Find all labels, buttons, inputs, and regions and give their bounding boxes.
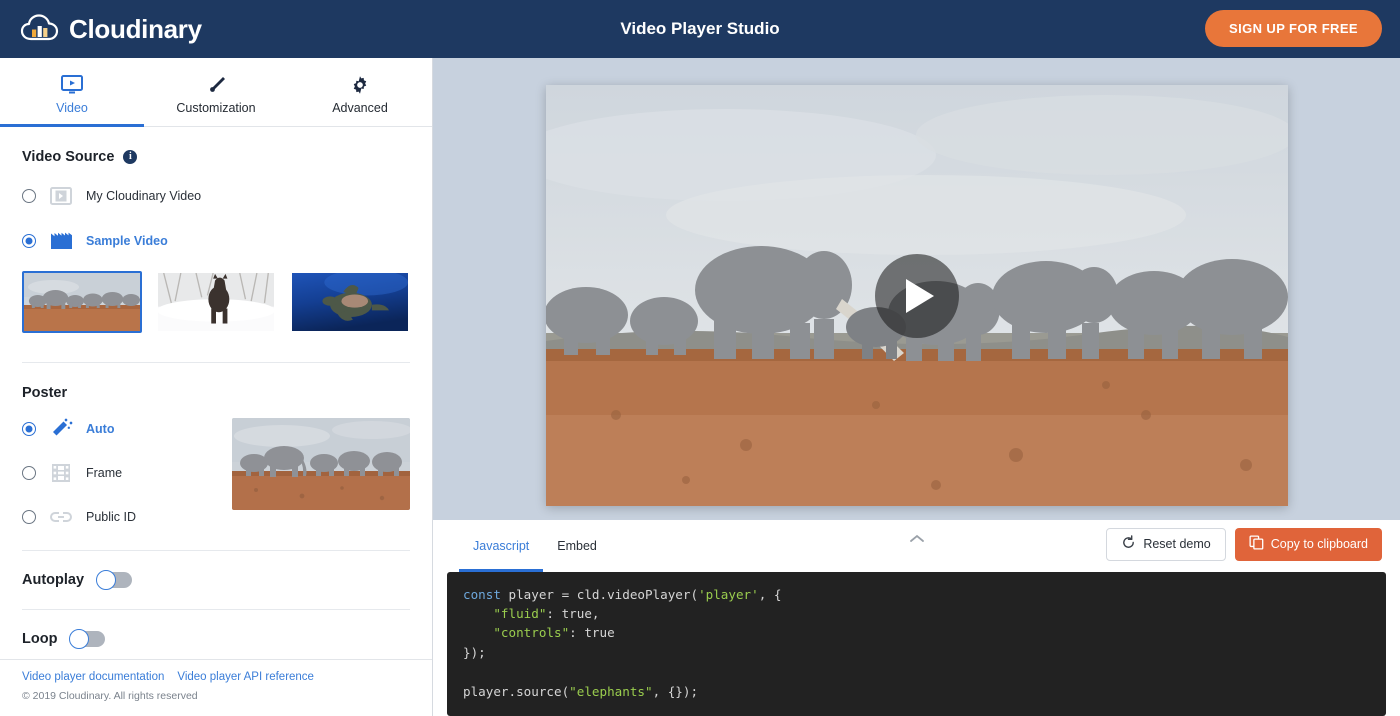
poster-options: Auto Frame Public ID [22, 418, 232, 528]
sidebar-tabs: Video Customization Advanced [0, 58, 432, 127]
radio-poster-frame[interactable]: Frame [22, 462, 232, 484]
settings-sidebar: Video Customization Advanced Video Sourc… [0, 58, 433, 716]
copy-to-clipboard-button[interactable]: Copy to clipboard [1234, 527, 1382, 561]
video-player-preview[interactable] [545, 85, 1288, 506]
sign-up-button[interactable]: SIGN UP FOR FREE [1205, 10, 1382, 47]
tab-javascript[interactable]: Javascript [459, 520, 544, 572]
video-source-heading: Video Source i [22, 149, 410, 165]
code-panel-header: Javascript Embed Reset demo Copy to clip… [433, 520, 1400, 572]
reset-demo-label: Reset demo [1143, 537, 1211, 552]
brand-name: Cloudinary [69, 13, 202, 44]
loop-label: Loop [22, 631, 58, 647]
video-source-title: Video Source [22, 149, 115, 165]
play-triangle-icon [906, 278, 934, 313]
toggle-knob [69, 629, 90, 649]
copy-to-clipboard-label: Copy to clipboard [1270, 537, 1368, 552]
chevron-up-icon[interactable] [908, 532, 926, 550]
radio-my-cloudinary-video[interactable]: My Cloudinary Video [22, 185, 410, 207]
loop-row: Loop [22, 629, 410, 649]
clapperboard-icon [49, 230, 73, 252]
divider [22, 550, 410, 551]
gear-icon [348, 73, 372, 97]
tab-video-label: Video [56, 101, 88, 115]
video-monitor-icon [60, 73, 84, 97]
radio-button[interactable] [22, 189, 36, 203]
sample-video-thumbnails [22, 271, 410, 333]
video-player-studio-app: Cloudinary Video Player Studio SIGN UP F… [0, 0, 1400, 716]
reset-demo-button[interactable]: Reset demo [1106, 527, 1226, 561]
sample-thumbnail-elephants[interactable] [22, 271, 142, 333]
refresh-ccw-icon [1121, 535, 1136, 553]
tab-embed[interactable]: Embed [543, 520, 611, 572]
divider [22, 609, 410, 610]
footer-links: Video player documentation Video player … [22, 671, 410, 683]
player-stage [433, 58, 1400, 520]
main-area: Javascript Embed Reset demo Copy to clip… [433, 58, 1400, 716]
tab-advanced-label: Advanced [332, 101, 388, 115]
radio-button[interactable] [22, 466, 36, 480]
link-video-player-api-reference[interactable]: Video player API reference [177, 671, 314, 683]
sidebar-footer: Video player documentation Video player … [0, 659, 432, 716]
divider [22, 362, 410, 363]
play-button[interactable] [874, 253, 959, 338]
film-strip-icon [49, 462, 73, 484]
copy-icon [1249, 535, 1264, 553]
app-header: Cloudinary Video Player Studio SIGN UP F… [0, 0, 1400, 58]
brand-logo[interactable]: Cloudinary [0, 14, 202, 45]
poster-body: Auto Frame Public ID [22, 418, 410, 528]
info-icon[interactable]: i [123, 150, 138, 164]
tab-customization[interactable]: Customization [144, 58, 288, 126]
sidebar-panel: Video Source i My Cloudinary Video Sampl… [0, 127, 432, 659]
radio-poster-frame-label: Frame [86, 466, 123, 480]
radio-my-cloudinary-video-label: My Cloudinary Video [86, 189, 202, 203]
app-body: Video Customization Advanced Video Sourc… [0, 58, 1400, 716]
link-icon [49, 506, 73, 528]
radio-button[interactable] [22, 422, 36, 436]
autoplay-toggle[interactable] [96, 570, 133, 590]
tab-video[interactable]: Video [0, 58, 144, 127]
poster-preview-image [232, 418, 410, 510]
radio-poster-auto[interactable]: Auto [22, 418, 232, 440]
page-title: Video Player Studio [620, 19, 780, 38]
autoplay-label: Autoplay [22, 572, 85, 588]
code-panel-actions: Reset demo Copy to clipboard [1106, 527, 1382, 561]
radio-poster-public-id-label: Public ID [86, 510, 137, 524]
magic-wand-icon [49, 418, 73, 440]
code-panel: Javascript Embed Reset demo Copy to clip… [433, 519, 1400, 716]
video-frame-icon [49, 185, 73, 207]
paintbrush-icon [204, 73, 228, 97]
radio-sample-video-label: Sample Video [86, 234, 168, 248]
radio-button[interactable] [22, 234, 36, 248]
cloudinary-cloud-logo-icon [20, 14, 60, 44]
autoplay-row: Autoplay [22, 570, 410, 590]
loop-toggle[interactable] [69, 629, 106, 649]
copyright-text: © 2019 Cloudinary. All rights reserved [22, 690, 198, 702]
link-video-player-documentation[interactable]: Video player documentation [22, 671, 164, 683]
code-snippet[interactable]: const player = cld.videoPlayer('player',… [447, 571, 1386, 716]
radio-button[interactable] [22, 510, 36, 524]
poster-title: Poster [22, 385, 68, 401]
toggle-knob [96, 570, 117, 590]
sample-thumbnail-sea-turtle[interactable] [290, 271, 410, 333]
tab-customization-label: Customization [176, 101, 256, 115]
tab-advanced[interactable]: Advanced [288, 58, 432, 126]
radio-poster-auto-label: Auto [86, 422, 115, 436]
radio-sample-video[interactable]: Sample Video [22, 230, 410, 252]
radio-poster-public-id[interactable]: Public ID [22, 506, 232, 528]
sample-thumbnail-horse-in-snow[interactable] [156, 271, 276, 333]
poster-heading: Poster [22, 385, 410, 401]
